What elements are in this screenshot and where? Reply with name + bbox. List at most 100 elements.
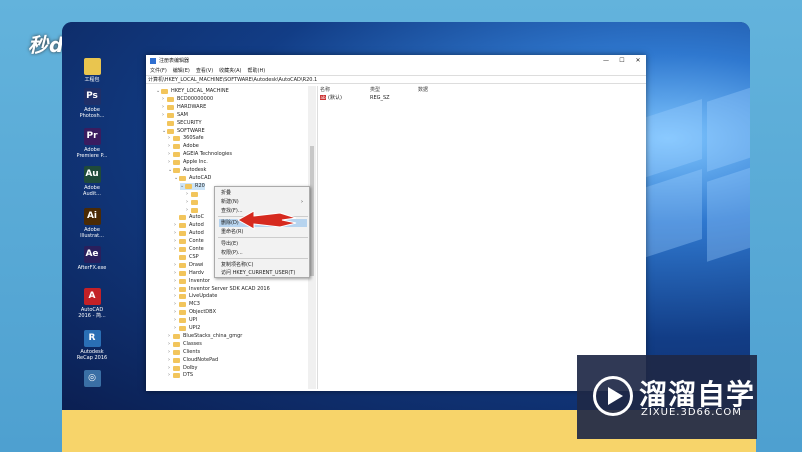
desktop-icon-label: AutoCAD 2016 - 简... (78, 307, 106, 319)
folder-icon (179, 247, 186, 252)
app-icon: ◎ (83, 370, 101, 387)
tree-node[interactable]: › UPI2 (174, 325, 200, 332)
submenu-arrow-icon: › (301, 199, 303, 205)
tree-node[interactable]: › Inventor (174, 278, 210, 285)
tree-node[interactable]: SECURITY (162, 120, 202, 127)
tree-node[interactable]: › Inventor Server SDK ACAD 2016 (174, 286, 270, 293)
tree-node[interactable]: AutoC (174, 214, 204, 221)
tree-node[interactable]: CSP (174, 254, 199, 261)
app-icon: Ps (83, 88, 101, 105)
play-logo-icon (593, 376, 633, 416)
tree-node[interactable]: › Conte (174, 246, 204, 253)
tree-node[interactable]: › HARDWARE (162, 104, 206, 111)
tree-node-label: R20 (195, 182, 205, 189)
menu-favorites[interactable]: 收藏夹(A) (219, 67, 241, 74)
menu-file[interactable]: 文件(F) (150, 67, 167, 74)
app-icon: R (83, 330, 101, 347)
tree-node-label: 360Safe (183, 135, 204, 142)
context-menu-item[interactable]: 复制项名称(C) (219, 261, 307, 269)
tree-node[interactable]: › Drawi (174, 262, 203, 269)
menu-edit[interactable]: 编辑(E) (173, 67, 190, 74)
desktop-icon[interactable]: ◎ (72, 370, 112, 389)
tree-node[interactable]: › BlueStacks_china_gmgr (168, 333, 242, 340)
desktop-icon[interactable]: Pr Adobe Premiere P... (72, 128, 112, 159)
tree-node-label: Classes (183, 340, 202, 347)
desktop-icon-label: Autodesk ReCap 2016 (76, 349, 108, 361)
desktop-icon-label: Adobe Photosh... (79, 107, 105, 119)
folder-icon (191, 191, 198, 197)
column-name[interactable]: 名称 (320, 86, 370, 94)
tree-node[interactable]: › Dolby (168, 365, 197, 372)
folder-icon (185, 183, 192, 189)
tree-node[interactable]: › AGEIA Technologies (168, 151, 232, 158)
menu-help[interactable]: 帮助(H) (248, 67, 266, 74)
context-menu-item[interactable]: 折叠 (219, 189, 307, 197)
tree-node[interactable]: › 360Safe (168, 135, 204, 142)
desktop-icon[interactable]: R Autodesk ReCap 2016 (72, 330, 112, 361)
minimize-button[interactable]: — (598, 57, 614, 64)
tree-node[interactable]: › SAM (162, 112, 188, 119)
tree-node[interactable]: › DTS (168, 372, 193, 379)
folder-icon (191, 199, 198, 205)
tree-node[interactable]: › Autod (174, 230, 204, 237)
tree-node[interactable]: ⌄ SOFTWARE (162, 128, 205, 135)
value-name: (默认) (328, 95, 342, 101)
desktop-icon[interactable]: Au Adobe Audit... (72, 166, 112, 197)
desktop-icon[interactable]: Ps Adobe Photosh... (72, 88, 112, 119)
tree-node[interactable]: › (186, 199, 201, 206)
tree-node[interactable]: › CloudNotePad (168, 357, 218, 364)
watermark-url: ZIXUE.3D66.COM (641, 407, 742, 418)
tree-node[interactable]: › Clients (168, 349, 200, 356)
tree-node[interactable]: › Conte (174, 238, 204, 245)
folder-icon (179, 286, 186, 292)
tree-node-label: Adobe (183, 143, 199, 150)
tree-node[interactable]: ⌄ Autodesk (168, 167, 206, 174)
tree-node[interactable]: › Apple Inc. (168, 159, 208, 166)
desktop-icon[interactable]: Ae AfterFX.exe (72, 246, 112, 271)
tree-node[interactable]: ⌄ HKEY_LOCAL_MACHINE (156, 88, 229, 95)
tree-node[interactable]: ⌄ R20 (180, 182, 205, 190)
tree-node[interactable]: › BCD00000000 (162, 96, 213, 103)
tree-node[interactable]: › LiveUpdate (174, 293, 217, 300)
address-bar[interactable]: 计算机\HKEY_LOCAL_MACHINE\SOFTWARE\Autodesk… (146, 75, 646, 84)
column-type[interactable]: 类型 (370, 86, 418, 94)
context-menu-item[interactable]: 权限(P)... (219, 249, 307, 257)
column-data[interactable]: 数据 (418, 86, 478, 94)
close-button[interactable]: ✕ (630, 57, 646, 64)
tree-node[interactable]: › (186, 207, 201, 214)
tree-node-label: AutoCAD (189, 174, 212, 181)
tree-node[interactable]: › Classes (168, 341, 202, 348)
folder-icon (179, 278, 186, 284)
context-menu-item[interactable]: 新建(N) › (219, 198, 307, 206)
folder-icon (167, 104, 174, 110)
desktop-icon[interactable]: 工程包 (72, 58, 112, 83)
tree-node[interactable]: › MC3 (174, 301, 200, 308)
tree-node-label: Dolby (183, 364, 198, 371)
folder-icon (179, 239, 186, 245)
tree-node[interactable]: › Autod (174, 222, 204, 229)
menu-view[interactable]: 查看(V) (196, 67, 213, 74)
folder-icon (167, 128, 174, 134)
app-icon (83, 58, 101, 75)
tree-node-label: BlueStacks_china_gmgr (183, 332, 243, 339)
tree-node[interactable]: › ObjectDBX (174, 309, 216, 316)
tree-node[interactable]: › Hardv (174, 270, 204, 277)
scrollbar-thumb[interactable] (310, 146, 314, 276)
app-icon: Ai (83, 208, 101, 225)
desktop-icon[interactable]: Ai Adobe Illustrat... (72, 208, 112, 239)
tree-node-label: Autod (189, 222, 204, 229)
desktop-icon[interactable]: A AutoCAD 2016 - 简... (72, 288, 112, 319)
tree-node[interactable]: › (186, 191, 201, 198)
tree-node[interactable]: › UPI (174, 317, 197, 324)
tree-node-label: ObjectDBX (189, 309, 216, 316)
context-menu-item[interactable]: 导出(E) (219, 240, 307, 248)
tree-node[interactable]: ⌄ AutoCAD (174, 175, 211, 182)
maximize-button[interactable]: ☐ (614, 57, 630, 64)
context-menu-item[interactable]: 访问 HKEY_CURRENT_USER(T) (219, 269, 307, 277)
pane-splitter[interactable] (317, 86, 318, 389)
tree-node-label: MC3 (189, 301, 200, 308)
tree-node-label: UPI2 (189, 325, 201, 331)
value-row[interactable]: ab (默认) REG_SZ (320, 94, 644, 102)
folder-icon (173, 136, 180, 142)
tree-node[interactable]: › Adobe (168, 143, 199, 150)
